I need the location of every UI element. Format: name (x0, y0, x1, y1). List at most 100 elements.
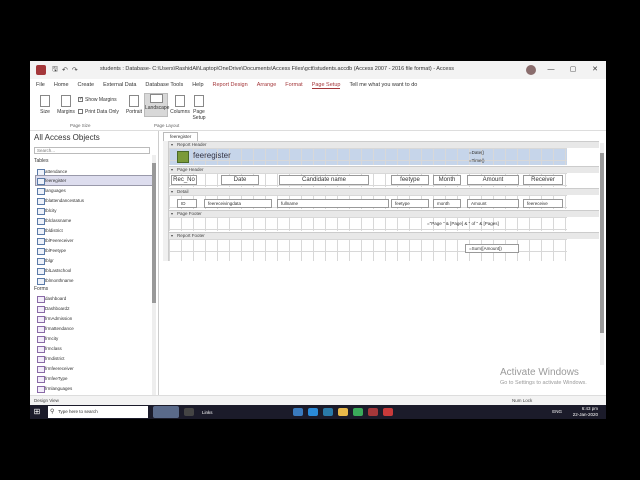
report-logo-icon[interactable] (177, 151, 189, 163)
report-header-area[interactable]: feeregister =Date() =Time() (169, 148, 567, 165)
label-candidate-name[interactable]: Candidate name (279, 175, 369, 185)
margins-button[interactable]: Margins (56, 95, 76, 115)
opera-icon[interactable] (382, 408, 393, 416)
nav-item-form[interactable]: frmlanguages (36, 384, 152, 393)
input-language[interactable]: ENG (552, 409, 562, 415)
nav-item-table[interactable]: tblFeereceiver (36, 236, 152, 245)
nav-item-table[interactable]: languages (36, 186, 152, 195)
user-avatar[interactable] (526, 65, 536, 75)
task-view-icon[interactable] (184, 408, 194, 416)
nav-item-form[interactable]: frmattendance (36, 324, 152, 333)
field-month[interactable]: month (433, 199, 461, 208)
detail-area[interactable]: ID feereceivingdata fullname feetype mon… (169, 195, 567, 209)
tab-file[interactable]: File (36, 82, 45, 88)
section-report-footer[interactable]: Report Footer (169, 232, 599, 239)
tell-me-search[interactable]: Tell me what you want to do (349, 82, 417, 88)
time-expression[interactable]: =Time() (469, 157, 484, 164)
nav-scrollbar[interactable] (152, 155, 156, 405)
label-month[interactable]: Month (433, 175, 461, 185)
field-feetype[interactable]: feetype (391, 199, 429, 208)
design-scroll-thumb[interactable] (600, 153, 604, 333)
windows-start-icon[interactable]: ⊞ (30, 405, 44, 419)
field-amount[interactable]: Amount (467, 199, 519, 208)
nav-item-table[interactable]: tbldistrict (36, 226, 152, 235)
nav-item-table[interactable]: tblFeetype (36, 246, 152, 255)
tab-feeregister[interactable]: feeregister (163, 132, 199, 141)
landscape-button[interactable]: Landscape (144, 93, 169, 117)
section-detail[interactable]: Detail (169, 188, 599, 195)
size-button[interactable]: Size (36, 95, 54, 115)
nav-item-form[interactable]: dashboard (36, 294, 152, 303)
file-explorer-icon[interactable] (292, 408, 303, 416)
tab-external-data[interactable]: External Data (103, 82, 136, 88)
label-feetype[interactable]: feetype (391, 175, 429, 185)
redo-icon[interactable]: ↷ (72, 66, 78, 74)
page-footer-area[interactable]: ="Page " & [Page] & " of " & [Pages] (169, 217, 567, 231)
tab-report-design[interactable]: Report Design (213, 82, 248, 88)
nav-item-table[interactable]: tblclassname (36, 216, 152, 225)
tab-database-tools[interactable]: Database Tools (145, 82, 183, 88)
nav-item-table[interactable]: tblattendancestatus (36, 196, 152, 205)
tab-home[interactable]: Home (54, 82, 69, 88)
label-amount[interactable]: Amount (467, 175, 519, 185)
nav-item-form[interactable]: frmfeeType (36, 374, 152, 383)
page-header-area[interactable]: Rec_No Date Candidate name feetype Month… (169, 173, 567, 187)
nav-item-table[interactable]: tblmonthname (36, 276, 152, 285)
nav-section-forms[interactable]: Forms (34, 286, 48, 292)
nav-item-table[interactable]: tblLastschool (36, 266, 152, 275)
sum-amount-expression[interactable]: =Sum([Amount]) (465, 244, 519, 253)
taskbar-search-input[interactable]: Type here to search (48, 406, 148, 418)
report-footer-area[interactable]: =Sum([Amount]) (169, 239, 567, 261)
page-setup-button[interactable]: Page Setup (190, 95, 208, 121)
label-date[interactable]: Date (221, 175, 259, 185)
minimize-button[interactable]: — (540, 61, 562, 79)
date-expression[interactable]: =Date() (469, 149, 484, 156)
store-icon[interactable] (322, 408, 333, 416)
show-margins-checkbox[interactable]: Show Margins (78, 96, 117, 103)
field-fullname[interactable]: fullname (277, 199, 389, 208)
nav-item-table[interactable]: tblcity (36, 206, 152, 215)
nav-item-table[interactable]: attendance (36, 167, 152, 176)
field-feereceive[interactable]: feereceive (523, 199, 563, 208)
save-icon[interactable]: 🖫 (52, 65, 58, 76)
nav-item-table[interactable]: feeregister (35, 175, 153, 186)
field-feereceivingdata[interactable]: feereceivingdata (204, 199, 272, 208)
edge-icon[interactable] (307, 408, 318, 416)
chrome-icon[interactable] (352, 408, 363, 416)
columns-button[interactable]: Columns (170, 95, 190, 115)
report-title[interactable]: feeregister (193, 152, 231, 160)
nav-section-tables[interactable]: Tables (34, 158, 48, 164)
nav-item-form[interactable]: frmdistrict (36, 354, 152, 363)
field-id[interactable]: ID (177, 199, 197, 208)
page-number-expression[interactable]: ="Page " & [Page] & " of " & [Pages] (427, 220, 499, 227)
section-page-header[interactable]: Page Header (169, 166, 599, 173)
taskbar-links-toolbar[interactable]: Links (202, 410, 213, 415)
nav-item-form[interactable]: Dashboard2 (36, 304, 152, 313)
clock-date[interactable]: 22-Jan-2020 (573, 412, 598, 418)
nav-item-form[interactable]: frmfeereceiver (36, 364, 152, 373)
close-button[interactable]: ✕ (584, 61, 606, 79)
nav-search-input[interactable]: Search... (34, 147, 150, 154)
label-receiver[interactable]: Receiver (523, 175, 563, 185)
tab-format[interactable]: Format (285, 82, 302, 88)
tab-arrange[interactable]: Arrange (257, 82, 277, 88)
section-report-header[interactable]: Report Header (169, 141, 599, 148)
folder-icon[interactable] (337, 408, 348, 416)
nav-scroll-thumb[interactable] (152, 163, 156, 303)
section-page-footer[interactable]: Page Footer (169, 210, 599, 217)
access-taskbar-icon[interactable] (367, 408, 378, 416)
tab-help[interactable]: Help (192, 82, 203, 88)
design-scrollbar[interactable] (600, 143, 604, 365)
portrait-button[interactable]: Portrait (124, 95, 144, 115)
maximize-button[interactable]: ▢ (562, 61, 584, 79)
nav-item-form[interactable]: frmclass (36, 344, 152, 353)
nav-item-table[interactable]: tblgr (36, 256, 152, 265)
search-highlight-image[interactable] (153, 406, 179, 418)
undo-icon[interactable]: ↶ (62, 66, 68, 74)
tab-page-setup[interactable]: Page Setup (311, 82, 341, 89)
tab-create[interactable]: Create (78, 82, 95, 88)
nav-item-form[interactable]: frmcity (36, 334, 152, 343)
nav-item-form[interactable]: frmAdmission (36, 314, 152, 323)
print-data-only-checkbox[interactable]: Print Data Only (78, 109, 119, 115)
label-rec-no[interactable]: Rec_No (171, 175, 197, 185)
